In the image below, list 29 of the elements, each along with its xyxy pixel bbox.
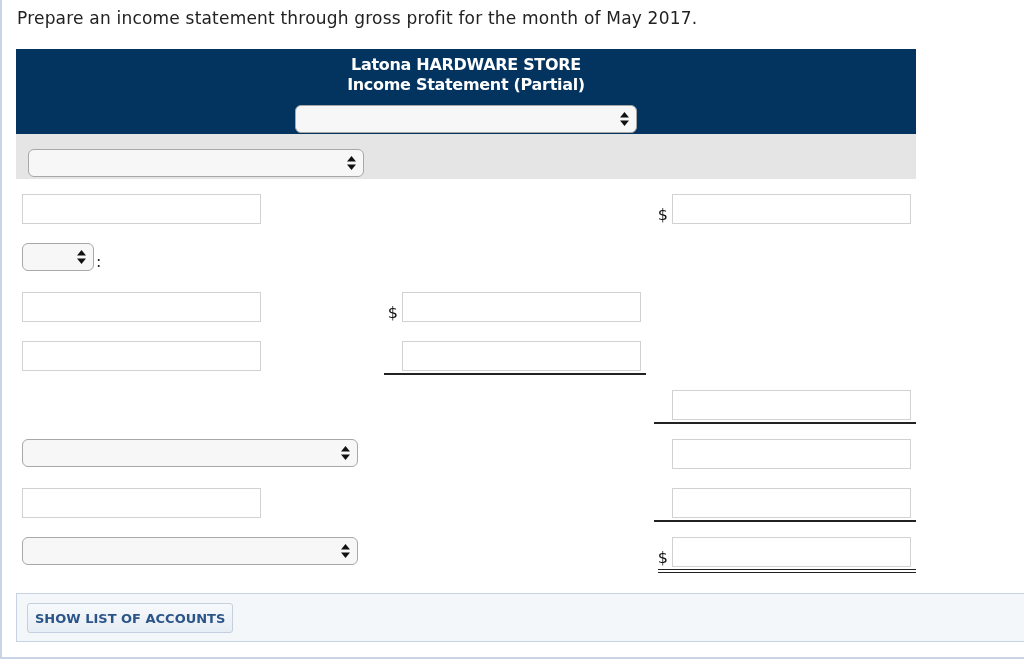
input-field[interactable] — [22, 194, 261, 224]
input-field[interactable] — [672, 537, 911, 567]
input-field[interactable] — [672, 390, 911, 420]
input-field[interactable] — [402, 292, 641, 322]
updown-arrows-icon — [341, 446, 350, 460]
show-accounts-button[interactable]: SHOW LIST OF ACCOUNTS — [27, 603, 234, 633]
input-field[interactable] — [672, 194, 911, 224]
dollar-sign: $ — [657, 206, 668, 224]
input-field[interactable] — [672, 439, 911, 469]
dropdown-select[interactable] — [28, 149, 364, 177]
statement-title: Income Statement (Partial) — [347, 75, 585, 95]
dropdown-select[interactable] — [22, 243, 94, 271]
updown-arrows-icon — [620, 112, 629, 126]
updown-arrows-icon — [77, 250, 86, 264]
updown-arrows-icon — [341, 544, 350, 558]
input-field[interactable] — [22, 292, 261, 322]
input-field[interactable] — [22, 341, 261, 371]
input-field[interactable] — [672, 488, 911, 518]
dropdown-select[interactable] — [22, 537, 358, 565]
dropdown-select[interactable] — [295, 105, 637, 133]
input-field[interactable] — [22, 488, 261, 518]
instruction-text: Prepare an income statement through gross profit for the month of May 2017. — [17, 7, 699, 29]
company-name: Latona HARDWARE STORE — [351, 55, 581, 75]
input-field[interactable] — [402, 341, 641, 371]
dropdown-select[interactable] — [22, 439, 358, 467]
colon-label: : — [96, 253, 102, 271]
dollar-sign: $ — [387, 304, 398, 322]
updown-arrows-icon — [347, 156, 356, 170]
dollar-sign: $ — [657, 549, 668, 567]
